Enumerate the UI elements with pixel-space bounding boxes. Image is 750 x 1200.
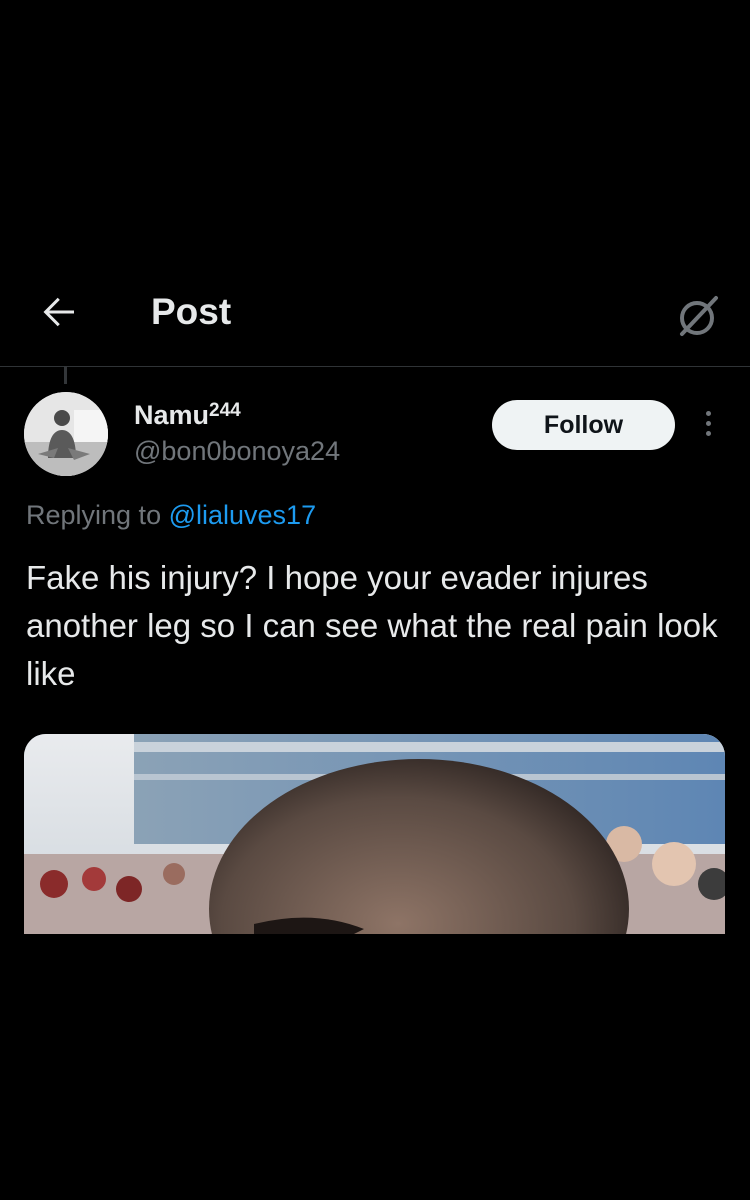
arrow-left-icon: [43, 297, 74, 327]
author-display-name-superscript: 244: [209, 400, 241, 421]
grok-button[interactable]: [672, 290, 724, 342]
grok-icon: [680, 296, 718, 336]
media-photo: [24, 734, 725, 934]
follow-button[interactable]: Follow: [492, 400, 675, 450]
more-vertical-icon: [696, 411, 720, 436]
author-display-name-text: Namu: [134, 400, 210, 430]
replying-to-prefix: Replying to: [26, 500, 169, 530]
page-title: Post: [151, 291, 232, 332]
post-body-text: Fake his injury? I hope your evader inju…: [26, 559, 718, 692]
top-bar: Post: [0, 270, 750, 367]
avatar-photo: [24, 392, 108, 476]
replying-to-line: Replying to @lialuves17: [26, 498, 316, 532]
avatar[interactable]: [24, 392, 108, 476]
post-media-image[interactable]: [24, 734, 725, 934]
more-options-button[interactable]: [696, 406, 720, 446]
back-button[interactable]: [36, 288, 84, 336]
author-handle[interactable]: @bon0bonoya24: [134, 434, 340, 468]
author-display-name[interactable]: Namu244: [134, 394, 241, 432]
thread-connector-line: [64, 366, 67, 384]
replying-to-mention-link[interactable]: @lialuves17: [169, 500, 317, 530]
